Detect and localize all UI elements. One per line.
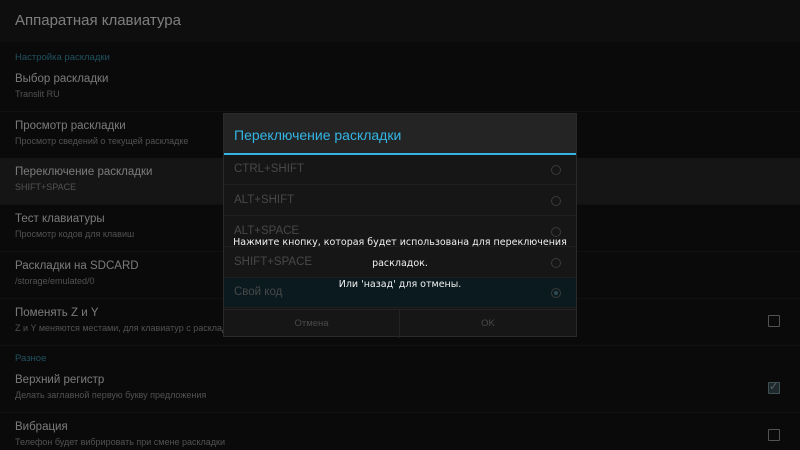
dialog-title-bar: Переключение раскладки [224, 114, 576, 154]
toast-line-2: Или 'назад' для отмены. [338, 279, 462, 290]
dialog-button-bar: Отмена OK [224, 309, 576, 338]
radio-button[interactable] [551, 196, 561, 206]
option-label: ALT+SHIFT [234, 194, 295, 206]
switch-layout-dialog: Переключение раскладки CTRL+SHIFT ALT+SH… [223, 113, 577, 338]
option-label: CTRL+SHIFT [234, 163, 304, 175]
cancel-button[interactable]: Отмена [224, 310, 400, 338]
option-ctrl-shift[interactable]: CTRL+SHIFT [224, 155, 576, 185]
option-alt-shift[interactable]: ALT+SHIFT [224, 186, 576, 216]
radio-button[interactable] [551, 165, 561, 175]
dialog-title: Переключение раскладки [234, 127, 402, 143]
toast-line-1: Нажмите кнопку, которая будет использова… [233, 237, 567, 269]
ok-button[interactable]: OK [400, 310, 576, 338]
key-prompt-toast: Нажмите кнопку, которая будет использова… [223, 232, 577, 295]
